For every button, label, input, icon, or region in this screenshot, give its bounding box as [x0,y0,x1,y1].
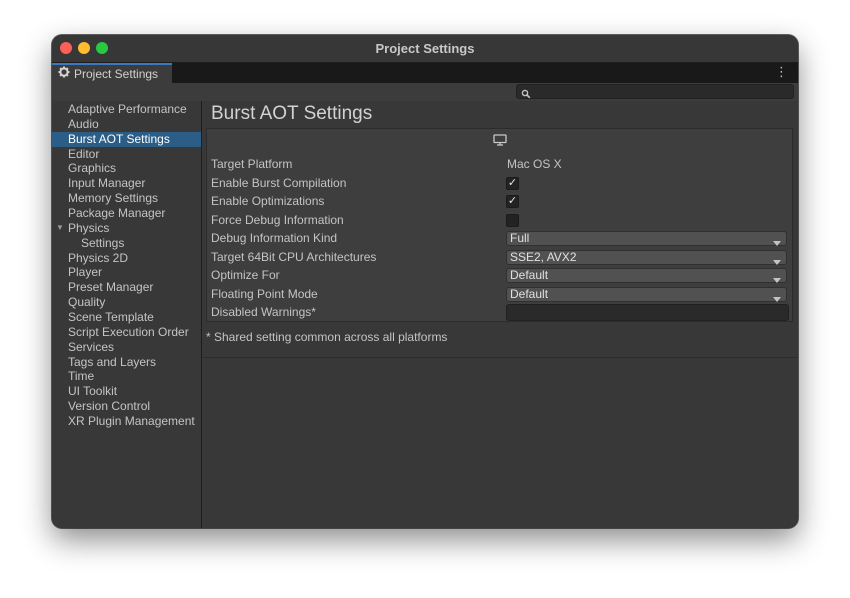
foldout-expanded-icon[interactable]: ▼ [56,221,64,236]
divider [202,357,798,358]
force-debug-information-checkbox[interactable] [506,213,519,227]
row-force-debug-information: Force Debug Information [207,212,792,230]
sidebar-item-package-manager[interactable]: Package Manager [52,206,201,221]
sidebar-item-editor[interactable]: Editor [52,147,201,162]
sidebar-item-physics[interactable]: ▼ Physics [52,221,201,236]
tab-project-settings[interactable]: Project Settings [52,63,172,83]
disabled-warnings-field[interactable] [506,304,789,321]
floating-point-mode-label: Floating Point Mode [211,286,318,301]
sidebar-item-player[interactable]: Player [52,265,201,280]
target-platform-value: Mac OS X [507,157,562,171]
sidebar-item-audio[interactable]: Audio [52,117,201,132]
shared-setting-footnote: * Shared setting common across all platf… [206,330,448,344]
row-floating-point-mode: Floating Point Mode Default [207,286,792,304]
tab-bar: Project Settings ⋮ [52,63,798,83]
sidebar-item-scene-template[interactable]: Scene Template [52,310,201,325]
sidebar-item-burst-aot-settings[interactable]: Burst AOT Settings [52,131,201,147]
sidebar-item-ui-toolkit[interactable]: UI Toolkit [52,384,201,399]
row-disabled-warnings: Disabled Warnings* [207,304,792,322]
row-enable-optimizations: Enable Optimizations ✓ [207,193,792,211]
project-settings-window: Project Settings Project Settings ⋮ Adap… [52,35,798,528]
settings-sidebar: Adaptive Performance Audio Burst AOT Set… [52,101,202,528]
sidebar-item-physics-settings[interactable]: Settings [52,236,201,251]
debug-information-kind-dropdown[interactable]: Full [506,231,787,246]
dropdown-value: Default [510,268,549,282]
optimize-for-label: Optimize For [211,268,280,282]
search-input[interactable] [516,84,794,99]
row-target-platform: Target Platform Mac OS X [207,156,792,174]
sidebar-item-physics-2d[interactable]: Physics 2D [52,251,201,266]
row-optimize-for: Optimize For Default [207,267,792,285]
search-bar [52,83,798,102]
sidebar-item-memory-settings[interactable]: Memory Settings [52,191,201,206]
enable-optimizations-label: Enable Optimizations [211,194,325,208]
floating-point-mode-dropdown[interactable]: Default [506,286,787,305]
sidebar-item-input-manager[interactable]: Input Manager [52,176,201,191]
row-debug-information-kind: Debug Information Kind Full [207,230,792,248]
chevron-down-icon [773,292,781,305]
target-platform-label: Target Platform [211,157,293,171]
sidebar-item-xr-plugin-management[interactable]: XR Plugin Management [52,414,201,429]
tab-label: Project Settings [74,66,159,81]
sidebar-item-version-control[interactable]: Version Control [52,399,201,414]
page-title: Burst AOT Settings [211,103,373,124]
sidebar-item-graphics[interactable]: Graphics [52,161,201,176]
sidebar-item-time[interactable]: Time [52,369,201,384]
monitor-icon[interactable] [493,133,507,151]
sidebar-item-quality[interactable]: Quality [52,295,201,310]
sidebar-item-label: Physics [68,220,110,235]
cpu-architectures-label: Target 64Bit CPU Architectures [211,249,377,264]
sidebar-item-script-execution-order[interactable]: Script Execution Order [52,325,201,340]
sidebar-item-preset-manager[interactable]: Preset Manager [52,280,201,295]
force-debug-information-label: Force Debug Information [211,212,344,227]
dropdown-value: Full [510,231,530,245]
enable-optimizations-checkbox[interactable]: ✓ [506,195,519,208]
sidebar-item-tags-and-layers[interactable]: Tags and Layers [52,355,201,370]
row-enable-burst-compilation: Enable Burst Compilation ✓ [207,175,792,193]
window-title: Project Settings [375,41,475,56]
enable-burst-compilation-label: Enable Burst Compilation [211,175,347,190]
title-bar[interactable]: Project Settings [52,35,798,63]
chevron-down-icon [773,255,781,268]
dropdown-value: SSE2, AVX2 [510,249,577,264]
enable-burst-compilation-checkbox[interactable]: ✓ [506,176,519,190]
disabled-warnings-label: Disabled Warnings* [211,305,316,319]
more-options-icon[interactable]: ⋮ [775,64,788,80]
sidebar-item-services[interactable]: Services [52,340,201,355]
chevron-down-icon [773,273,781,286]
optimize-for-dropdown[interactable]: Default [506,268,787,283]
burst-settings-panel: Target Platform Mac OS X Enable Burst Co… [206,128,793,322]
cpu-architectures-dropdown[interactable]: SSE2, AVX2 [506,249,787,268]
row-target-64bit-cpu-architectures: Target 64Bit CPU Architectures SSE2, AVX… [207,249,792,267]
gear-icon [58,66,70,83]
dropdown-value: Default [510,286,549,301]
settings-content: Burst AOT Settings Target Platform Mac O… [202,101,798,528]
chevron-down-icon [773,236,781,249]
sidebar-item-adaptive-performance[interactable]: Adaptive Performance [52,102,201,117]
debug-information-kind-label: Debug Information Kind [211,231,338,245]
